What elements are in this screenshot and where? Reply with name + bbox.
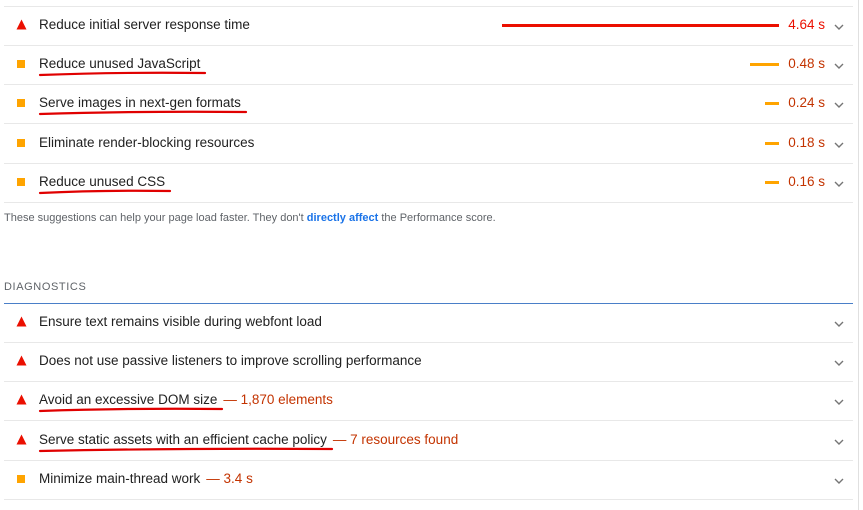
chevron-down-icon[interactable] [833,435,845,447]
audit-display-value: — 1,870 elements [223,392,333,408]
audit-title: Does not use passive listeners to improv… [39,352,422,370]
savings-bar [765,141,779,145]
orange-square-icon [17,474,25,483]
savings-value: 0.16 s [788,173,825,189]
audit-title: Reduce unused CSS [39,173,166,189]
chevron-down-icon[interactable] [833,474,845,486]
orange-square-icon [17,177,25,186]
audit-display-value: — 3.4 s [206,470,253,486]
audit-title-text: Ensure text remains visible during webfo… [39,314,322,329]
audit-title: Serve static assets with an efficient ca… [39,431,458,449]
frame-border [858,0,859,510]
audit-title: Avoid an excessive DOM size — 1,870 eleme… [39,391,333,409]
opportunity-row[interactable]: Reduce unused JavaScript 0.48 s [4,46,853,86]
red-triangle-icon [16,394,27,405]
audit-title-text: Avoid an excessive DOM size [39,392,218,408]
savings-value: 0.18 s [788,134,825,150]
savings-value: 4.64 s [788,17,825,32]
diagnostic-row[interactable]: Minimize main-thread work — 3.4 s [4,461,853,500]
chevron-down-icon[interactable] [833,317,845,329]
opportunities-note: These suggestions can help your page loa… [4,212,496,224]
chevron-down-icon[interactable] [833,59,845,71]
audit-title-text: Serve static assets with an efficient ca… [39,431,327,447]
opportunity-row[interactable]: Reduce unused CSS 0.16 s [4,164,853,203]
savings-bar [502,24,779,27]
chevron-down-icon[interactable] [833,177,845,189]
audit-title: Reduce initial server response time [39,17,250,32]
opportunity-row[interactable]: Serve images in next-gen formats 0.24 s [4,85,853,125]
audit-title-text: Minimize main-thread work [39,470,201,486]
audit-title: Eliminate render-blocking resources [39,134,255,150]
note-text-after: the Performance score. [378,212,496,224]
audit-title: Reduce unused JavaScript [39,56,201,72]
audit-title: Ensure text remains visible during webfo… [39,313,322,331]
note-text-before: These suggestions can help your page loa… [4,212,307,224]
audit-title: Serve images in next-gen formats [39,95,241,111]
orange-square-icon [17,99,25,108]
diagnostic-row[interactable]: Does not use passive listeners to improv… [4,343,853,383]
savings-value: 0.24 s [788,95,825,111]
audit-title-text: Does not use passive listeners to improv… [39,353,422,369]
chevron-down-icon[interactable] [833,356,845,368]
orange-square-icon [17,60,25,69]
chevron-down-icon[interactable] [833,395,845,407]
red-triangle-icon [16,316,27,327]
opportunity-row[interactable]: Eliminate render-blocking resources 0.18 … [4,125,853,164]
savings-bar [765,180,779,184]
audit-display-value: — 7 resources found [332,431,459,447]
savings-bar [764,102,779,106]
savings-value: 0.48 s [788,56,825,72]
chevron-down-icon[interactable] [833,20,845,32]
orange-square-icon [17,138,25,147]
diagnostic-row[interactable]: Avoid an excessive DOM size — 1,870 eleme… [4,382,853,422]
savings-bar [750,63,779,67]
red-triangle-icon [16,19,27,30]
opportunity-row[interactable]: Reduce initial server response time 4.64 … [4,7,853,46]
audit-title: Minimize main-thread work — 3.4 s [39,470,253,488]
diagnostic-row[interactable]: Ensure text remains visible during webfo… [4,304,853,343]
red-triangle-icon [16,434,27,445]
red-triangle-icon [16,355,27,366]
diagnostic-row[interactable]: Serve static assets with an efficient ca… [4,422,853,461]
chevron-down-icon[interactable] [833,138,845,150]
directly-affect-link[interactable]: directly affect [307,212,379,224]
diagnostics-heading: DIAGNOSTICS [4,281,87,293]
chevron-down-icon[interactable] [833,98,845,110]
